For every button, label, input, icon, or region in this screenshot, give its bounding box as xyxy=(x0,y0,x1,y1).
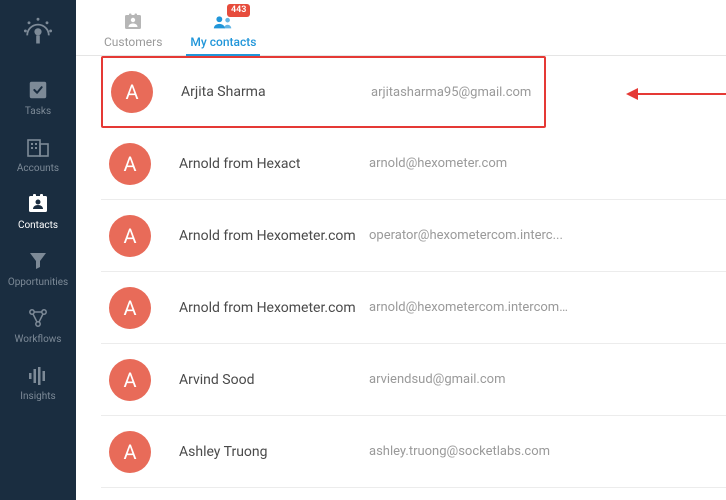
nav-label: Accounts xyxy=(17,163,59,174)
main-panel: Customers 443 My contacts A Arjita Sharm… xyxy=(76,0,726,500)
annotation-arrow xyxy=(636,93,726,95)
contact-row[interactable]: A Arnold from Hexometer.com operator@hex… xyxy=(101,200,726,272)
contacts-count-badge: 443 xyxy=(227,4,250,17)
nav-label: Tasks xyxy=(25,106,51,117)
tab-label: My contacts xyxy=(190,35,256,49)
contact-name: Ashley Truong xyxy=(179,444,369,460)
contact-email: ashley.truong@socketlabs.com xyxy=(369,444,550,459)
contact-name: Arnold from Hexometer.com xyxy=(179,300,369,316)
contact-email: arjitasharma95@gmail.com xyxy=(371,85,531,100)
contact-row[interactable]: A Arjita Sharma arjitasharma95@gmail.com xyxy=(101,56,546,128)
nav-label: Opportunities xyxy=(8,277,68,288)
contact-list: A Arjita Sharma arjitasharma95@gmail.com… xyxy=(76,56,726,488)
avatar: A xyxy=(109,143,151,185)
contact-name: Arvind Sood xyxy=(179,372,369,388)
my-contacts-icon: 443 xyxy=(212,12,234,32)
avatar: A xyxy=(109,215,151,257)
avatar: A xyxy=(111,71,153,113)
nav-insights[interactable]: Insights xyxy=(0,353,76,410)
nav-label: Insights xyxy=(20,391,55,402)
customers-icon xyxy=(122,12,144,32)
contact-card-icon xyxy=(25,192,51,216)
contact-email: operator@hexometercom.interc... xyxy=(369,228,563,243)
contact-email: arnold@hexometer.com xyxy=(369,156,507,171)
contact-row[interactable]: A Arnold from Hexact arnold@hexometer.co… xyxy=(101,128,726,200)
app-logo xyxy=(18,10,58,50)
tabs-bar: Customers 443 My contacts xyxy=(76,0,726,56)
tab-customers[interactable]: Customers xyxy=(90,5,176,55)
contact-row[interactable]: A Ashley Truong ashley.truong@socketlabs… xyxy=(101,416,726,488)
contact-row[interactable]: A Arnold from Hexometer.com arnold@hexom… xyxy=(101,272,726,344)
workflow-icon xyxy=(25,306,51,330)
sidebar: Tasks Accounts Contacts Opportunities Wo… xyxy=(0,0,76,500)
building-icon xyxy=(25,135,51,159)
nav-label: Workflows xyxy=(15,334,62,345)
contact-name: Arnold from Hexometer.com xyxy=(179,228,369,244)
contact-name: Arnold from Hexact xyxy=(179,156,369,172)
tab-label: Customers xyxy=(104,35,162,49)
nav-label: Contacts xyxy=(18,220,58,231)
nav-workflows[interactable]: Workflows xyxy=(0,296,76,353)
avatar: A xyxy=(109,431,151,473)
nav-opportunities[interactable]: Opportunities xyxy=(0,239,76,296)
contact-email: arnold@hexometercom.intercom... xyxy=(369,300,569,315)
funnel-icon xyxy=(25,249,51,273)
nav-accounts[interactable]: Accounts xyxy=(0,125,76,182)
contact-name: Arjita Sharma xyxy=(181,84,371,100)
avatar: A xyxy=(109,287,151,329)
tab-my-contacts[interactable]: 443 My contacts xyxy=(176,5,270,55)
insights-icon xyxy=(25,363,51,387)
avatar: A xyxy=(109,359,151,401)
nav-contacts[interactable]: Contacts xyxy=(0,182,76,239)
checkbox-icon xyxy=(25,78,51,102)
nav-tasks[interactable]: Tasks xyxy=(0,68,76,125)
contact-email: arviendsud@gmail.com xyxy=(369,372,505,387)
contact-row[interactable]: A Arvind Sood arviendsud@gmail.com xyxy=(101,344,726,416)
